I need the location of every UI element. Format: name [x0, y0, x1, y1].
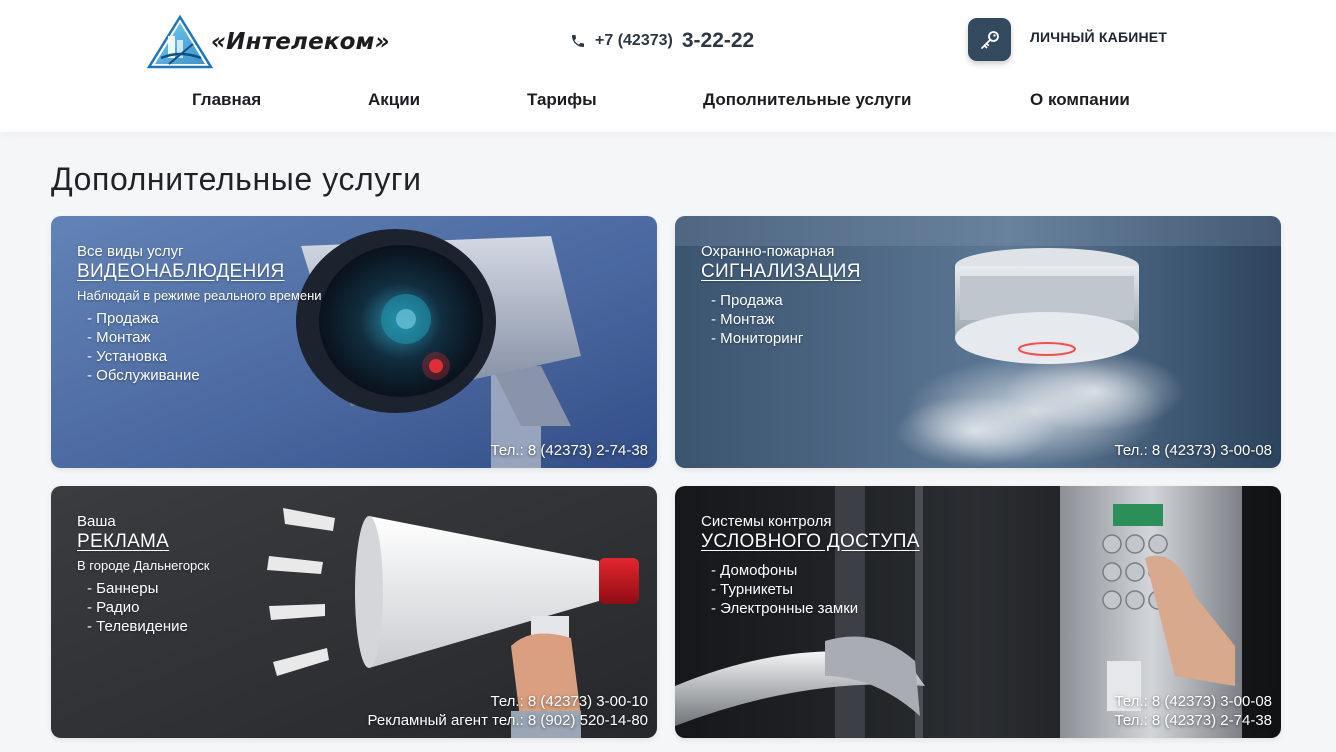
- list-item: - Мониторинг: [711, 330, 804, 347]
- nav-item-about[interactable]: О компании: [1030, 90, 1130, 110]
- list-item: - Установка: [87, 348, 168, 365]
- card-text: Системы контроля УСЛОВНОГО ДОСТУПА - Дом…: [701, 513, 920, 618]
- cabinet-label: ЛИЧНЫЙ КАБИНЕТ: [1030, 28, 1168, 45]
- card-title-link[interactable]: УСЛОВНОГО ДОСТУПА: [701, 531, 920, 553]
- key-icon: [980, 30, 999, 49]
- list-item: - Турникеты: [711, 581, 794, 598]
- card-title-link[interactable]: РЕКЛАМА: [77, 531, 169, 553]
- card-text: Ваша РЕКЛАМА В городе Дальнегорск - Банн…: [77, 513, 209, 636]
- nav-item-promotions[interactable]: Акции: [368, 90, 420, 110]
- card-service-list: - Домофоны - Турникеты - Электронные зам…: [711, 561, 920, 618]
- header-phone[interactable]: +7 (42373) 3-22-22: [570, 27, 754, 55]
- card-text: Охранно-пожарная СИГНАЛИЗАЦИЯ - Продажа …: [701, 243, 861, 348]
- service-card-video-surveillance[interactable]: Все виды услуг ВИДЕОНАБЛЮДЕНИЯ Наблюдай …: [51, 216, 657, 468]
- list-item: - Обслуживание: [87, 367, 200, 384]
- list-item: - Продажа: [87, 310, 159, 327]
- card-phone: Тел.: 8 (42373) 3-00-08: [1114, 442, 1273, 459]
- card-phones: Тел.: 8 (42373) 2-74-38: [491, 441, 649, 460]
- nav-item-additional-services[interactable]: Дополнительные услуги: [703, 90, 912, 110]
- card-subtitle: Наблюдай в режиме реального времени: [77, 288, 322, 303]
- phone-number: 3-22-22: [681, 29, 755, 52]
- card-kicker: Системы контроля: [701, 513, 832, 530]
- logo-text: «Интелеком»: [211, 29, 390, 55]
- personal-account-link[interactable]: ЛИЧНЫЙ КАБИНЕТ: [968, 18, 1167, 61]
- service-card-advertising[interactable]: Ваша РЕКЛАМА В городе Дальнегорск - Банн…: [51, 486, 657, 738]
- card-kicker: Все виды услуг: [77, 243, 184, 260]
- list-item: - Баннеры: [87, 580, 159, 597]
- card-phone: Тел.: 8 (42373) 2-74-38: [490, 442, 649, 459]
- service-card-fire-alarm[interactable]: Охранно-пожарная СИГНАЛИЗАЦИЯ - Продажа …: [675, 216, 1281, 468]
- card-phone: Рекламный агент тел.: 8 (902) 520-14-80: [367, 712, 648, 729]
- logo[interactable]: «Интелеком»: [147, 14, 390, 70]
- card-subtitle: В городе Дальнегорск: [77, 558, 210, 573]
- card-kicker: Ваша: [77, 513, 116, 530]
- list-item: - Продажа: [711, 292, 783, 309]
- nav-item-home[interactable]: Главная: [192, 90, 261, 110]
- nav-item-tariffs[interactable]: Тарифы: [527, 90, 597, 110]
- card-service-list: - Баннеры - Радио - Телевидение: [87, 579, 209, 636]
- site-header: «Интелеком» +7 (42373) 3-22-22 ЛИЧНЫЙ КА…: [0, 0, 1336, 132]
- list-item: - Телевидение: [87, 618, 188, 635]
- list-item: - Домофоны: [711, 562, 798, 579]
- card-service-list: - Продажа - Монтаж - Установка - Обслужи…: [87, 309, 322, 385]
- card-service-list: - Продажа - Монтаж - Мониторинг: [711, 291, 861, 348]
- card-phone: Тел.: 8 (42373) 3-00-10: [490, 693, 649, 710]
- page-title: Дополнительные услуги: [51, 161, 422, 197]
- cabinet-button[interactable]: [968, 18, 1011, 61]
- list-item: - Монтаж: [87, 329, 151, 346]
- card-phones: Тел.: 8 (42373) 3-00-10 Рекламный агент …: [368, 692, 648, 730]
- list-item: - Радио: [87, 599, 140, 616]
- card-phone: Тел.: 8 (42373) 2-74-38: [1114, 712, 1273, 729]
- phone-prefix: +7 (42373): [595, 32, 673, 49]
- service-card-access-control[interactable]: Системы контроля УСЛОВНОГО ДОСТУПА - Дом…: [675, 486, 1281, 738]
- card-text: Все виды услуг ВИДЕОНАБЛЮДЕНИЯ Наблюдай …: [77, 243, 322, 385]
- card-title-link[interactable]: СИГНАЛИЗАЦИЯ: [701, 261, 861, 283]
- list-item: - Электронные замки: [711, 600, 859, 617]
- list-item: - Монтаж: [711, 311, 775, 328]
- card-phones: Тел.: 8 (42373) 3-00-08 Тел.: 8 (42373) …: [1115, 692, 1273, 730]
- card-kicker: Охранно-пожарная: [701, 243, 835, 260]
- intelecom-logo-icon: [147, 14, 213, 69]
- card-phones: Тел.: 8 (42373) 3-00-08: [1115, 441, 1273, 460]
- phone-icon: [572, 35, 584, 47]
- main-nav: Главная Акции Тарифы Дополнительные услу…: [0, 90, 1336, 114]
- card-phone: Тел.: 8 (42373) 3-00-08: [1114, 693, 1273, 710]
- card-title-link[interactable]: ВИДЕОНАБЛЮДЕНИЯ: [77, 261, 284, 283]
